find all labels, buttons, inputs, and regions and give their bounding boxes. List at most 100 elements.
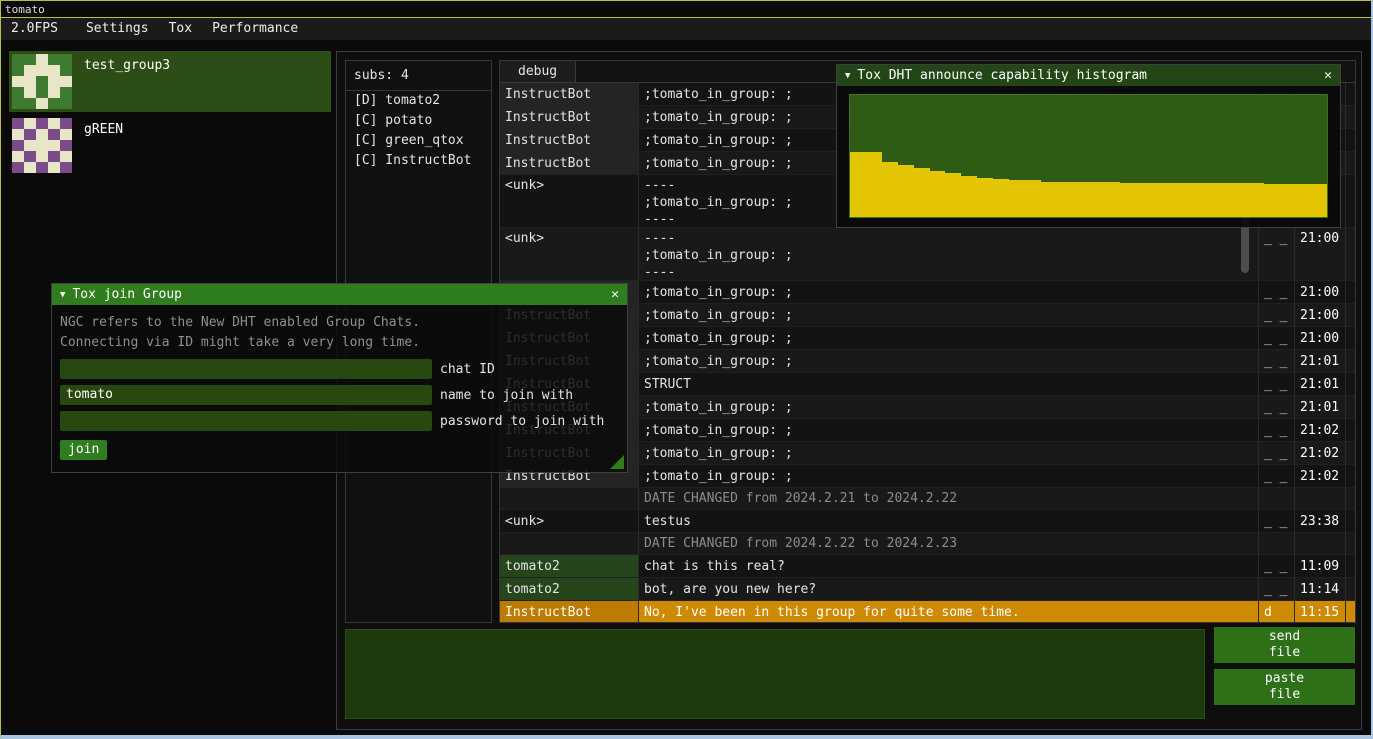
collapse-arrow-icon[interactable]: ▼ xyxy=(845,71,850,81)
titlebar[interactable]: tomato xyxy=(1,1,1371,18)
paste-file-button[interactable]: paste file xyxy=(1214,669,1355,705)
sender-cell xyxy=(500,488,638,509)
join-group-window: ▼ Tox join Group ✕ NGC refers to the New… xyxy=(51,283,628,473)
histogram-plot xyxy=(849,94,1328,218)
chat-message-row: InstructBot;tomato_in_group: ;_ _21:01 xyxy=(500,350,1355,373)
timestamp-cell: 11:14 xyxy=(1294,578,1346,600)
collapse-arrow-icon[interactable]: ▼ xyxy=(60,290,65,300)
send-file-button[interactable]: send file xyxy=(1214,627,1355,663)
chat-message-row: <unk>---- ;tomato_in_group: ; ----_ _21:… xyxy=(500,228,1355,281)
histogram-bar xyxy=(914,168,930,217)
avatar-pixel xyxy=(60,65,72,76)
message-cell: bot, are you new here? xyxy=(638,578,1258,600)
join-desc-line2: Connecting via ID might take a very long… xyxy=(60,333,619,353)
histogram-bar xyxy=(930,171,946,217)
message-cell: ---- ;tomato_in_group: ; ---- xyxy=(638,228,1258,280)
message-cell: ;tomato_in_group: ; xyxy=(638,350,1258,372)
join-desc-line1: NGC refers to the New DHT enabled Group … xyxy=(60,313,619,333)
histogram-bar xyxy=(1295,184,1311,217)
avatar-pixel xyxy=(48,129,60,140)
flags-cell: _ _ xyxy=(1258,373,1294,395)
timestamp-cell: 21:02 xyxy=(1294,465,1346,487)
join-fields: chat IDtomatoname to join withpassword t… xyxy=(60,359,619,431)
group-sidebar: test_group3 gREEN xyxy=(9,51,331,179)
avatar-pixel xyxy=(60,98,72,109)
avatar-pixel xyxy=(12,54,24,65)
field-row-chat-id: chat ID xyxy=(60,359,619,379)
sender-cell: tomato2 xyxy=(500,555,638,577)
avatar-pixel xyxy=(24,98,36,109)
menu-item-tox[interactable]: Tox xyxy=(159,18,202,40)
close-icon[interactable]: ✕ xyxy=(1324,68,1332,83)
subs-member[interactable]: [C] green_qtox xyxy=(346,131,491,151)
timestamp-cell: 21:02 xyxy=(1294,419,1346,441)
flags-cell: _ _ xyxy=(1258,281,1294,303)
send-file-label-2: file xyxy=(1269,645,1300,661)
flags-cell: _ _ xyxy=(1258,465,1294,487)
group-name-label: test_group3 xyxy=(72,54,170,109)
chat-message-row: InstructBot;tomato_in_group: ;_ _21:02 xyxy=(500,442,1355,465)
histogram-bar xyxy=(1136,183,1152,217)
sidebar-group-gREEN[interactable]: gREEN xyxy=(9,115,331,176)
group-avatar xyxy=(12,118,72,173)
join-window-titlebar[interactable]: ▼ Tox join Group ✕ xyxy=(52,284,627,305)
message-cell: chat is this real? xyxy=(638,555,1258,577)
chat-message-row: InstructBotSTRUCT_ _21:01 xyxy=(500,373,1355,396)
subs-list: [D] tomato2[C] potato[C] green_qtox[C] I… xyxy=(346,91,491,171)
histogram-bar xyxy=(961,176,977,217)
password-to-join-with-input[interactable] xyxy=(60,411,432,431)
sender-cell: InstructBot xyxy=(500,83,638,105)
histogram-bar xyxy=(1073,182,1089,217)
avatar-pixel xyxy=(60,54,72,65)
histogram-bar xyxy=(1216,183,1232,217)
histogram-bar xyxy=(1025,180,1041,217)
message-cell: No, I've been in this group for quite so… xyxy=(638,601,1258,622)
message-cell: ;tomato_in_group: ; xyxy=(638,442,1258,464)
tab-debug[interactable]: debug xyxy=(500,61,576,82)
flags-cell: _ _ xyxy=(1258,442,1294,464)
flags-cell xyxy=(1258,488,1294,509)
paste-file-label-2: file xyxy=(1269,687,1300,703)
join-button[interactable]: join xyxy=(60,440,107,460)
resize-grip[interactable] xyxy=(610,455,624,469)
flags-cell: _ _ xyxy=(1258,396,1294,418)
chat-message-row: InstructBot;tomato_in_group: ;_ _21:02 xyxy=(500,465,1355,488)
chat-message-row: <unk>testus_ _23:38 xyxy=(500,510,1355,533)
menu-item-2-0fps[interactable]: 2.0FPS xyxy=(1,18,68,40)
close-icon[interactable]: ✕ xyxy=(611,287,619,302)
message-cell: DATE CHANGED from 2024.2.21 to 2024.2.22 xyxy=(638,488,1258,509)
avatar-pixel xyxy=(60,129,72,140)
message-cell: ;tomato_in_group: ; xyxy=(638,327,1258,349)
message-input[interactable] xyxy=(345,629,1205,719)
sidebar-group-test_group3[interactable]: test_group3 xyxy=(9,51,331,112)
message-cell: ;tomato_in_group: ; xyxy=(638,396,1258,418)
subs-header: subs: 4 xyxy=(346,61,491,91)
flags-cell: d xyxy=(1258,601,1294,622)
avatar-pixel xyxy=(24,140,36,151)
message-cell: ;tomato_in_group: ; xyxy=(638,304,1258,326)
message-cell: ;tomato_in_group: ; xyxy=(638,465,1258,487)
flags-cell: _ _ xyxy=(1258,555,1294,577)
name-to-join-with-input[interactable]: tomato xyxy=(60,385,432,405)
subs-member[interactable]: [D] tomato2 xyxy=(346,91,491,111)
sender-cell: InstructBot xyxy=(500,601,638,622)
avatar-pixel xyxy=(12,118,24,129)
sender-cell: <unk> xyxy=(500,510,638,532)
subs-member[interactable]: [C] InstructBot xyxy=(346,151,491,171)
field-row-password-to-join-with: password to join with xyxy=(60,411,619,431)
date-separator-row: DATE CHANGED from 2024.2.22 to 2024.2.23 xyxy=(500,533,1355,555)
avatar-pixel xyxy=(12,151,24,162)
menu-item-settings[interactable]: Settings xyxy=(76,18,159,40)
avatar-pixel xyxy=(24,118,36,129)
timestamp-cell: 21:01 xyxy=(1294,350,1346,372)
chat-id-input[interactable] xyxy=(60,359,432,379)
date-separator-row: DATE CHANGED from 2024.2.21 to 2024.2.22 xyxy=(500,488,1355,510)
message-cell: STRUCT xyxy=(638,373,1258,395)
menu-item-performance[interactable]: Performance xyxy=(202,18,308,40)
histogram-window-titlebar[interactable]: ▼ Tox DHT announce capability histogram … xyxy=(837,65,1340,86)
avatar-pixel xyxy=(12,76,24,87)
subs-member[interactable]: [C] potato xyxy=(346,111,491,131)
avatar-pixel xyxy=(24,87,36,98)
sender-cell: InstructBot xyxy=(500,129,638,151)
avatar-pixel xyxy=(24,151,36,162)
